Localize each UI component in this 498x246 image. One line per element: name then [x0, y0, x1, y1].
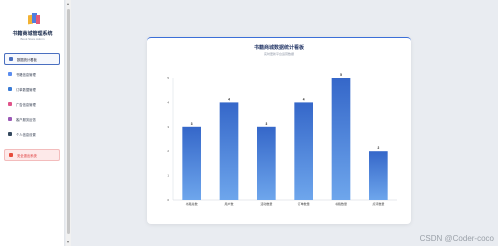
y-tick-label: 0: [167, 198, 169, 202]
app-title: 书籍商城管理系统: [12, 31, 53, 37]
sidebar-item-label: 数据统计看板: [17, 57, 37, 62]
sidebar-item-label: 广告信息管理: [16, 102, 36, 107]
data-label: 4: [303, 97, 305, 101]
bar-chart: 0 1 2 3 4 5 3 书籍总数 4 用户数 3 活动数量 4 订单数量 5 书籍数量 2 点评数量: [167, 73, 397, 206]
stats-card: 书籍商城数据统计看板 实时更新平台运营数据 0 1 2 3 4 5 3 书籍总数 4 用户数 3 活动…: [147, 37, 411, 224]
book-icon: [8, 72, 12, 76]
sidebar-item-books[interactable]: 书籍信息管理: [4, 68, 60, 80]
logout-label: 安全退出系统: [17, 153, 37, 158]
sidebar-item-label: 书籍信息管理: [16, 72, 36, 77]
feedback-icon: [8, 117, 12, 121]
sidebar-item-profile[interactable]: 个人信息设置: [4, 128, 60, 140]
x-tick-label: 点评数量: [372, 201, 384, 206]
sidebar-item-label: 订单数据管理: [16, 87, 36, 92]
data-label: 3: [191, 122, 193, 126]
scrollbar-thumb[interactable]: [67, 9, 70, 234]
sidebar-item-feedback[interactable]: 客户服务反馈: [4, 113, 60, 125]
watermark: CSDN @Coder-coco: [419, 234, 494, 243]
data-label: 5: [340, 73, 342, 77]
sidebar-item-label: 客户服务反馈: [16, 117, 36, 122]
chart-bar[interactable]: [331, 78, 351, 200]
sidebar-item-orders[interactable]: 订单数据管理: [4, 83, 60, 95]
scroll-down-icon[interactable]: [67, 241, 69, 243]
order-icon: [8, 87, 12, 91]
data-label: 2: [377, 146, 379, 150]
x-tick-label: 订单数量: [298, 201, 310, 206]
chart-icon: [9, 57, 13, 61]
chart-bar[interactable]: [257, 126, 276, 200]
chart-bar[interactable]: [219, 102, 239, 200]
logout-icon: [9, 153, 13, 157]
y-tick-label: 4: [167, 100, 169, 104]
logout-button[interactable]: 安全退出系统: [4, 149, 60, 161]
sidebar-menu: 数据统计看板 书籍信息管理 订单数据管理 广告信息管理 客户服务反馈 个人信息设…: [4, 53, 60, 164]
x-tick-label: 用户数: [224, 201, 233, 206]
books-logo-icon: [28, 13, 40, 25]
x-tick-label: 书籍总数: [186, 201, 198, 206]
chart-bar[interactable]: [182, 126, 201, 200]
sidebar-item-ads[interactable]: 广告信息管理: [4, 98, 60, 110]
user-icon: [8, 132, 12, 136]
sidebar: 书籍商城管理系统 Book Store Admin 数据统计看板 书籍信息管理 …: [0, 0, 65, 246]
y-tick-label: 1: [167, 174, 169, 178]
data-label: 4: [228, 97, 230, 101]
sidebar-item-label: 个人信息设置: [16, 132, 36, 137]
scroll-up-icon[interactable]: [67, 3, 69, 5]
chart-bar[interactable]: [369, 151, 388, 200]
y-tick-label: 5: [167, 76, 169, 80]
y-tick-label: 2: [167, 149, 169, 153]
chart-bar[interactable]: [294, 102, 313, 200]
x-tick-label: 书籍数量: [335, 201, 347, 206]
data-label: 3: [265, 122, 267, 126]
sidebar-item-dashboard[interactable]: 数据统计看板: [4, 53, 60, 65]
ad-icon: [8, 102, 12, 106]
y-tick-label: 3: [167, 125, 169, 129]
sidebar-scrollbar[interactable]: [66, 0, 71, 246]
x-tick-label: 活动数量: [260, 201, 272, 206]
app-subtitle: Book Store Admin: [20, 37, 45, 41]
